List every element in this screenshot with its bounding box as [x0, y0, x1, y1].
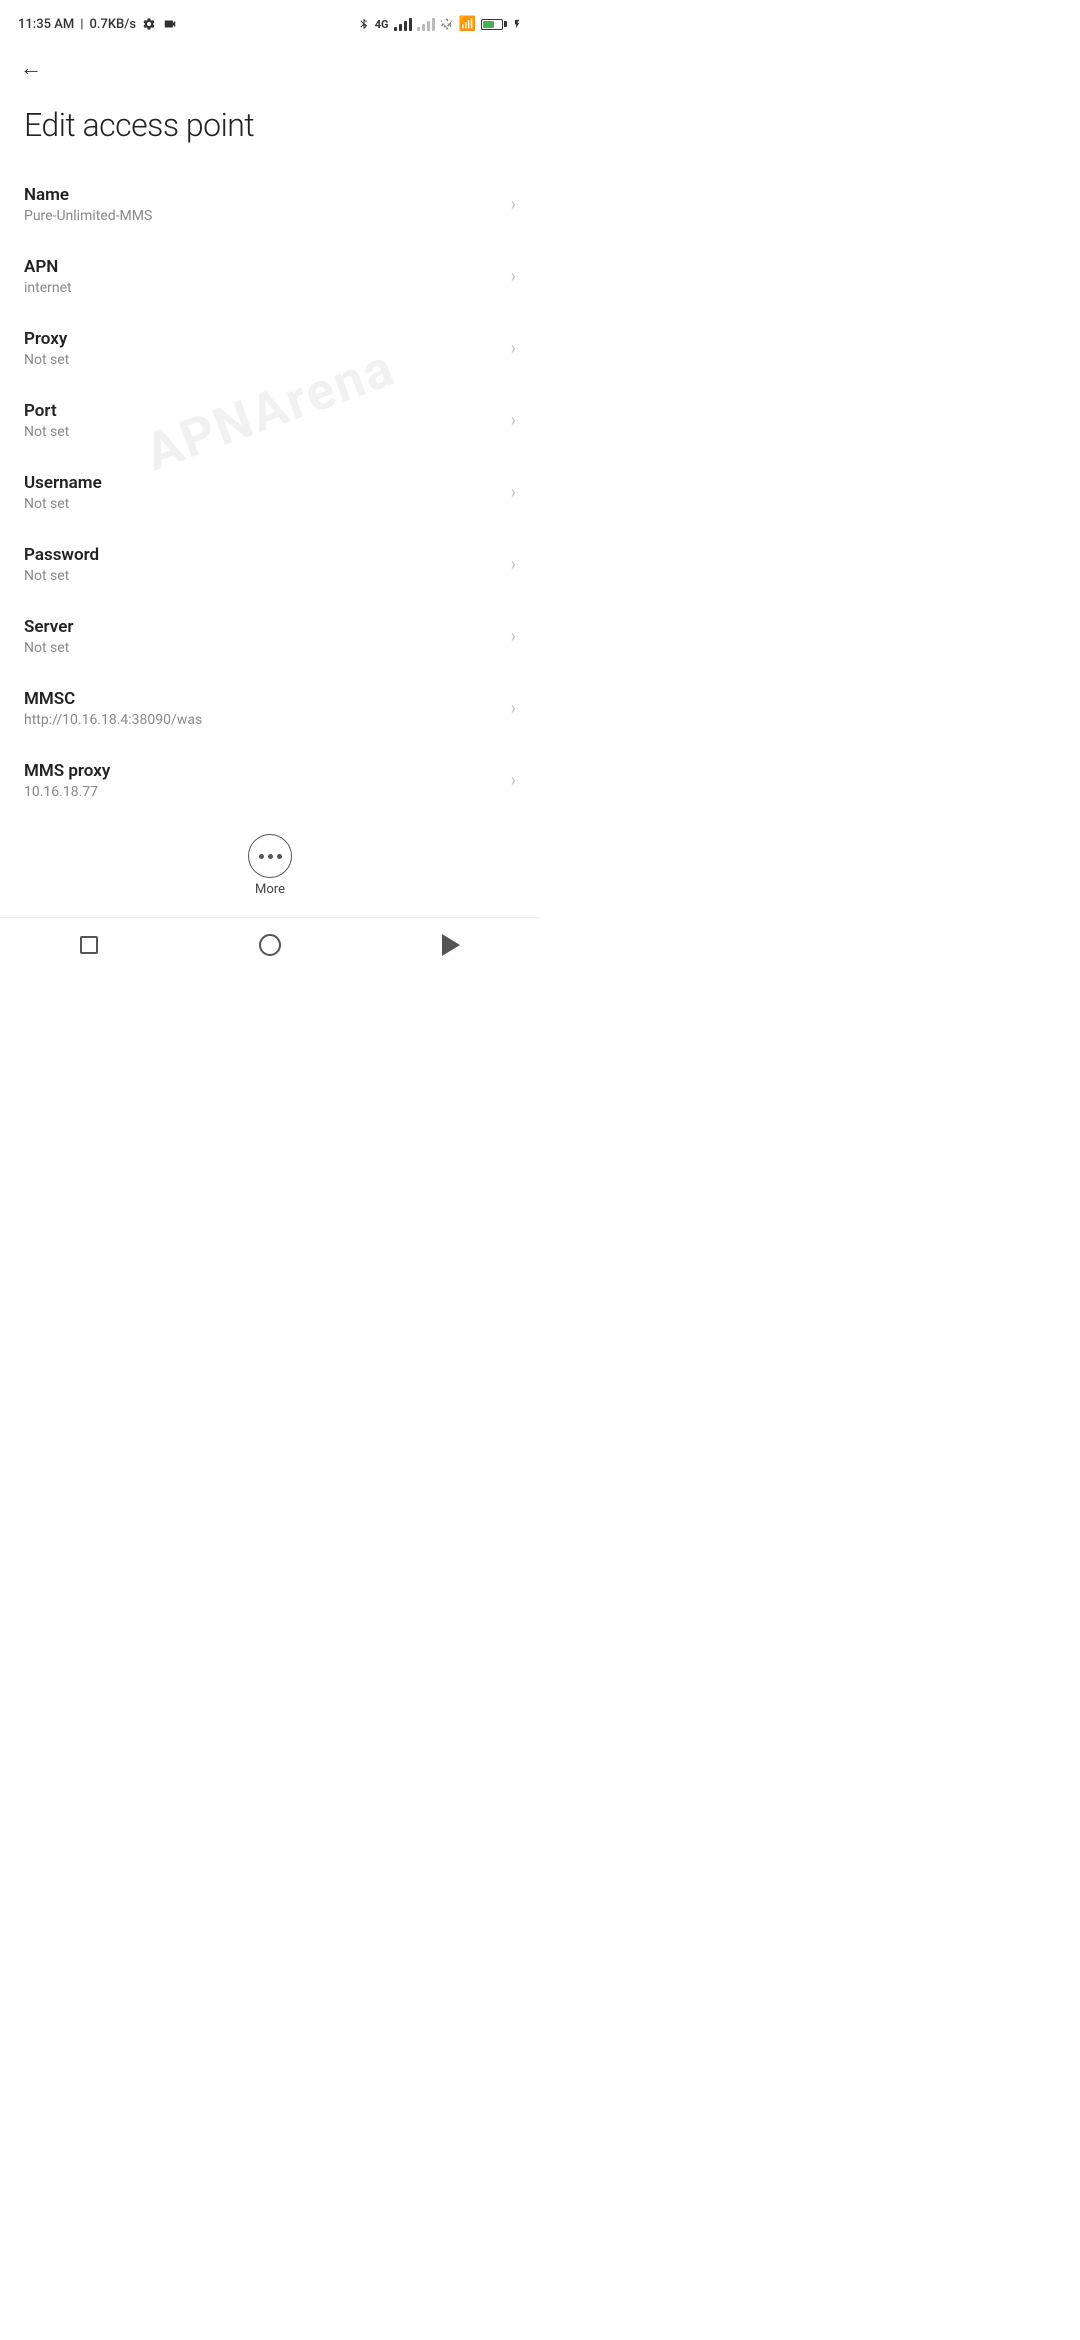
settings-item-text: APN internet [24, 257, 72, 296]
bluetooth-icon [358, 16, 370, 32]
chevron-right-icon: › [511, 626, 516, 647]
speed-display: 0.7KB/s [89, 17, 136, 32]
settings-value-3: Not set [24, 424, 69, 440]
chevron-right-icon: › [511, 770, 516, 791]
speed-separator: | [80, 17, 83, 32]
nav-back-icon [442, 934, 460, 956]
chevron-right-icon: › [511, 482, 516, 503]
settings-value-4: Not set [24, 496, 102, 512]
settings-item-name[interactable]: Name Pure-Unlimited-MMS › [0, 168, 540, 240]
nav-home-icon [259, 934, 281, 956]
status-bar: 11:35 AM | 0.7KB/s 4G 📶 [0, 0, 540, 44]
settings-item-apn[interactable]: APN internet › [0, 240, 540, 312]
settings-item-text: Proxy Not set [24, 329, 69, 368]
settings-item-text: MMS proxy 10.16.18.77 [24, 761, 110, 800]
settings-list: Name Pure-Unlimited-MMS › APN internet ›… [0, 168, 540, 816]
settings-item-text: Password Not set [24, 545, 99, 584]
nav-home-button[interactable] [259, 934, 281, 956]
settings-label-6: Server [24, 617, 73, 637]
signal-bars-1 [394, 17, 412, 31]
settings-item-server[interactable]: Server Not set › [0, 600, 540, 672]
wifi-icon: 📶 [459, 16, 476, 32]
settings-value-1: internet [24, 280, 72, 296]
camera-icon [162, 17, 178, 31]
time-display: 11:35 AM [18, 17, 74, 32]
settings-label-2: Proxy [24, 329, 69, 349]
chevron-right-icon: › [511, 554, 516, 575]
settings-label-7: MMSC [24, 689, 202, 709]
chevron-right-icon: › [511, 338, 516, 359]
settings-item-proxy[interactable]: Proxy Not set › [0, 312, 540, 384]
status-left: 11:35 AM | 0.7KB/s [18, 17, 178, 32]
settings-item-username[interactable]: Username Not set › [0, 456, 540, 528]
settings-item-password[interactable]: Password Not set › [0, 528, 540, 600]
settings-label-1: APN [24, 257, 72, 277]
settings-label-0: Name [24, 185, 152, 205]
settings-item-text: Name Pure-Unlimited-MMS [24, 185, 152, 224]
more-dot-1 [259, 854, 264, 859]
more-dot-3 [277, 854, 282, 859]
back-button[interactable]: ← [20, 56, 42, 81]
nav-recent-icon [80, 936, 98, 954]
charging-icon [512, 16, 522, 32]
nav-recent-button[interactable] [80, 936, 98, 954]
page-title: Edit access point [0, 88, 540, 168]
nav-back-button[interactable] [442, 934, 460, 956]
settings-icon [142, 17, 156, 31]
chevron-right-icon: › [511, 698, 516, 719]
settings-label-4: Username [24, 473, 102, 493]
settings-value-2: Not set [24, 352, 69, 368]
more-circle-icon [248, 834, 292, 878]
more-dot-2 [268, 854, 273, 859]
top-nav: ← [0, 44, 540, 88]
settings-item-text: Username Not set [24, 473, 102, 512]
settings-label-5: Password [24, 545, 99, 565]
battery-icon [481, 19, 507, 30]
settings-value-8: 10.16.18.77 [24, 784, 110, 800]
settings-item-text: Port Not set [24, 401, 69, 440]
settings-value-6: Not set [24, 640, 73, 656]
no-signal-icon [440, 17, 454, 31]
status-right: 4G 📶 [358, 16, 522, 32]
signal-bars-2 [417, 17, 435, 31]
4g-label: 4G [375, 18, 389, 31]
settings-item-text: Server Not set [24, 617, 73, 656]
bottom-nav [0, 917, 540, 976]
chevron-right-icon: › [511, 410, 516, 431]
settings-label-8: MMS proxy [24, 761, 110, 781]
more-label: More [255, 882, 285, 897]
settings-item-mms-proxy[interactable]: MMS proxy 10.16.18.77 › [0, 744, 540, 816]
settings-item-port[interactable]: Port Not set › [0, 384, 540, 456]
settings-label-3: Port [24, 401, 69, 421]
settings-value-0: Pure-Unlimited-MMS [24, 208, 152, 224]
settings-item-mmsc[interactable]: MMSC http://10.16.18.4:38090/was › [0, 672, 540, 744]
chevron-right-icon: › [511, 266, 516, 287]
settings-value-5: Not set [24, 568, 99, 584]
settings-value-7: http://10.16.18.4:38090/was [24, 712, 202, 728]
more-button[interactable]: More [0, 816, 540, 909]
chevron-right-icon: › [511, 194, 516, 215]
settings-item-text: MMSC http://10.16.18.4:38090/was [24, 689, 202, 728]
